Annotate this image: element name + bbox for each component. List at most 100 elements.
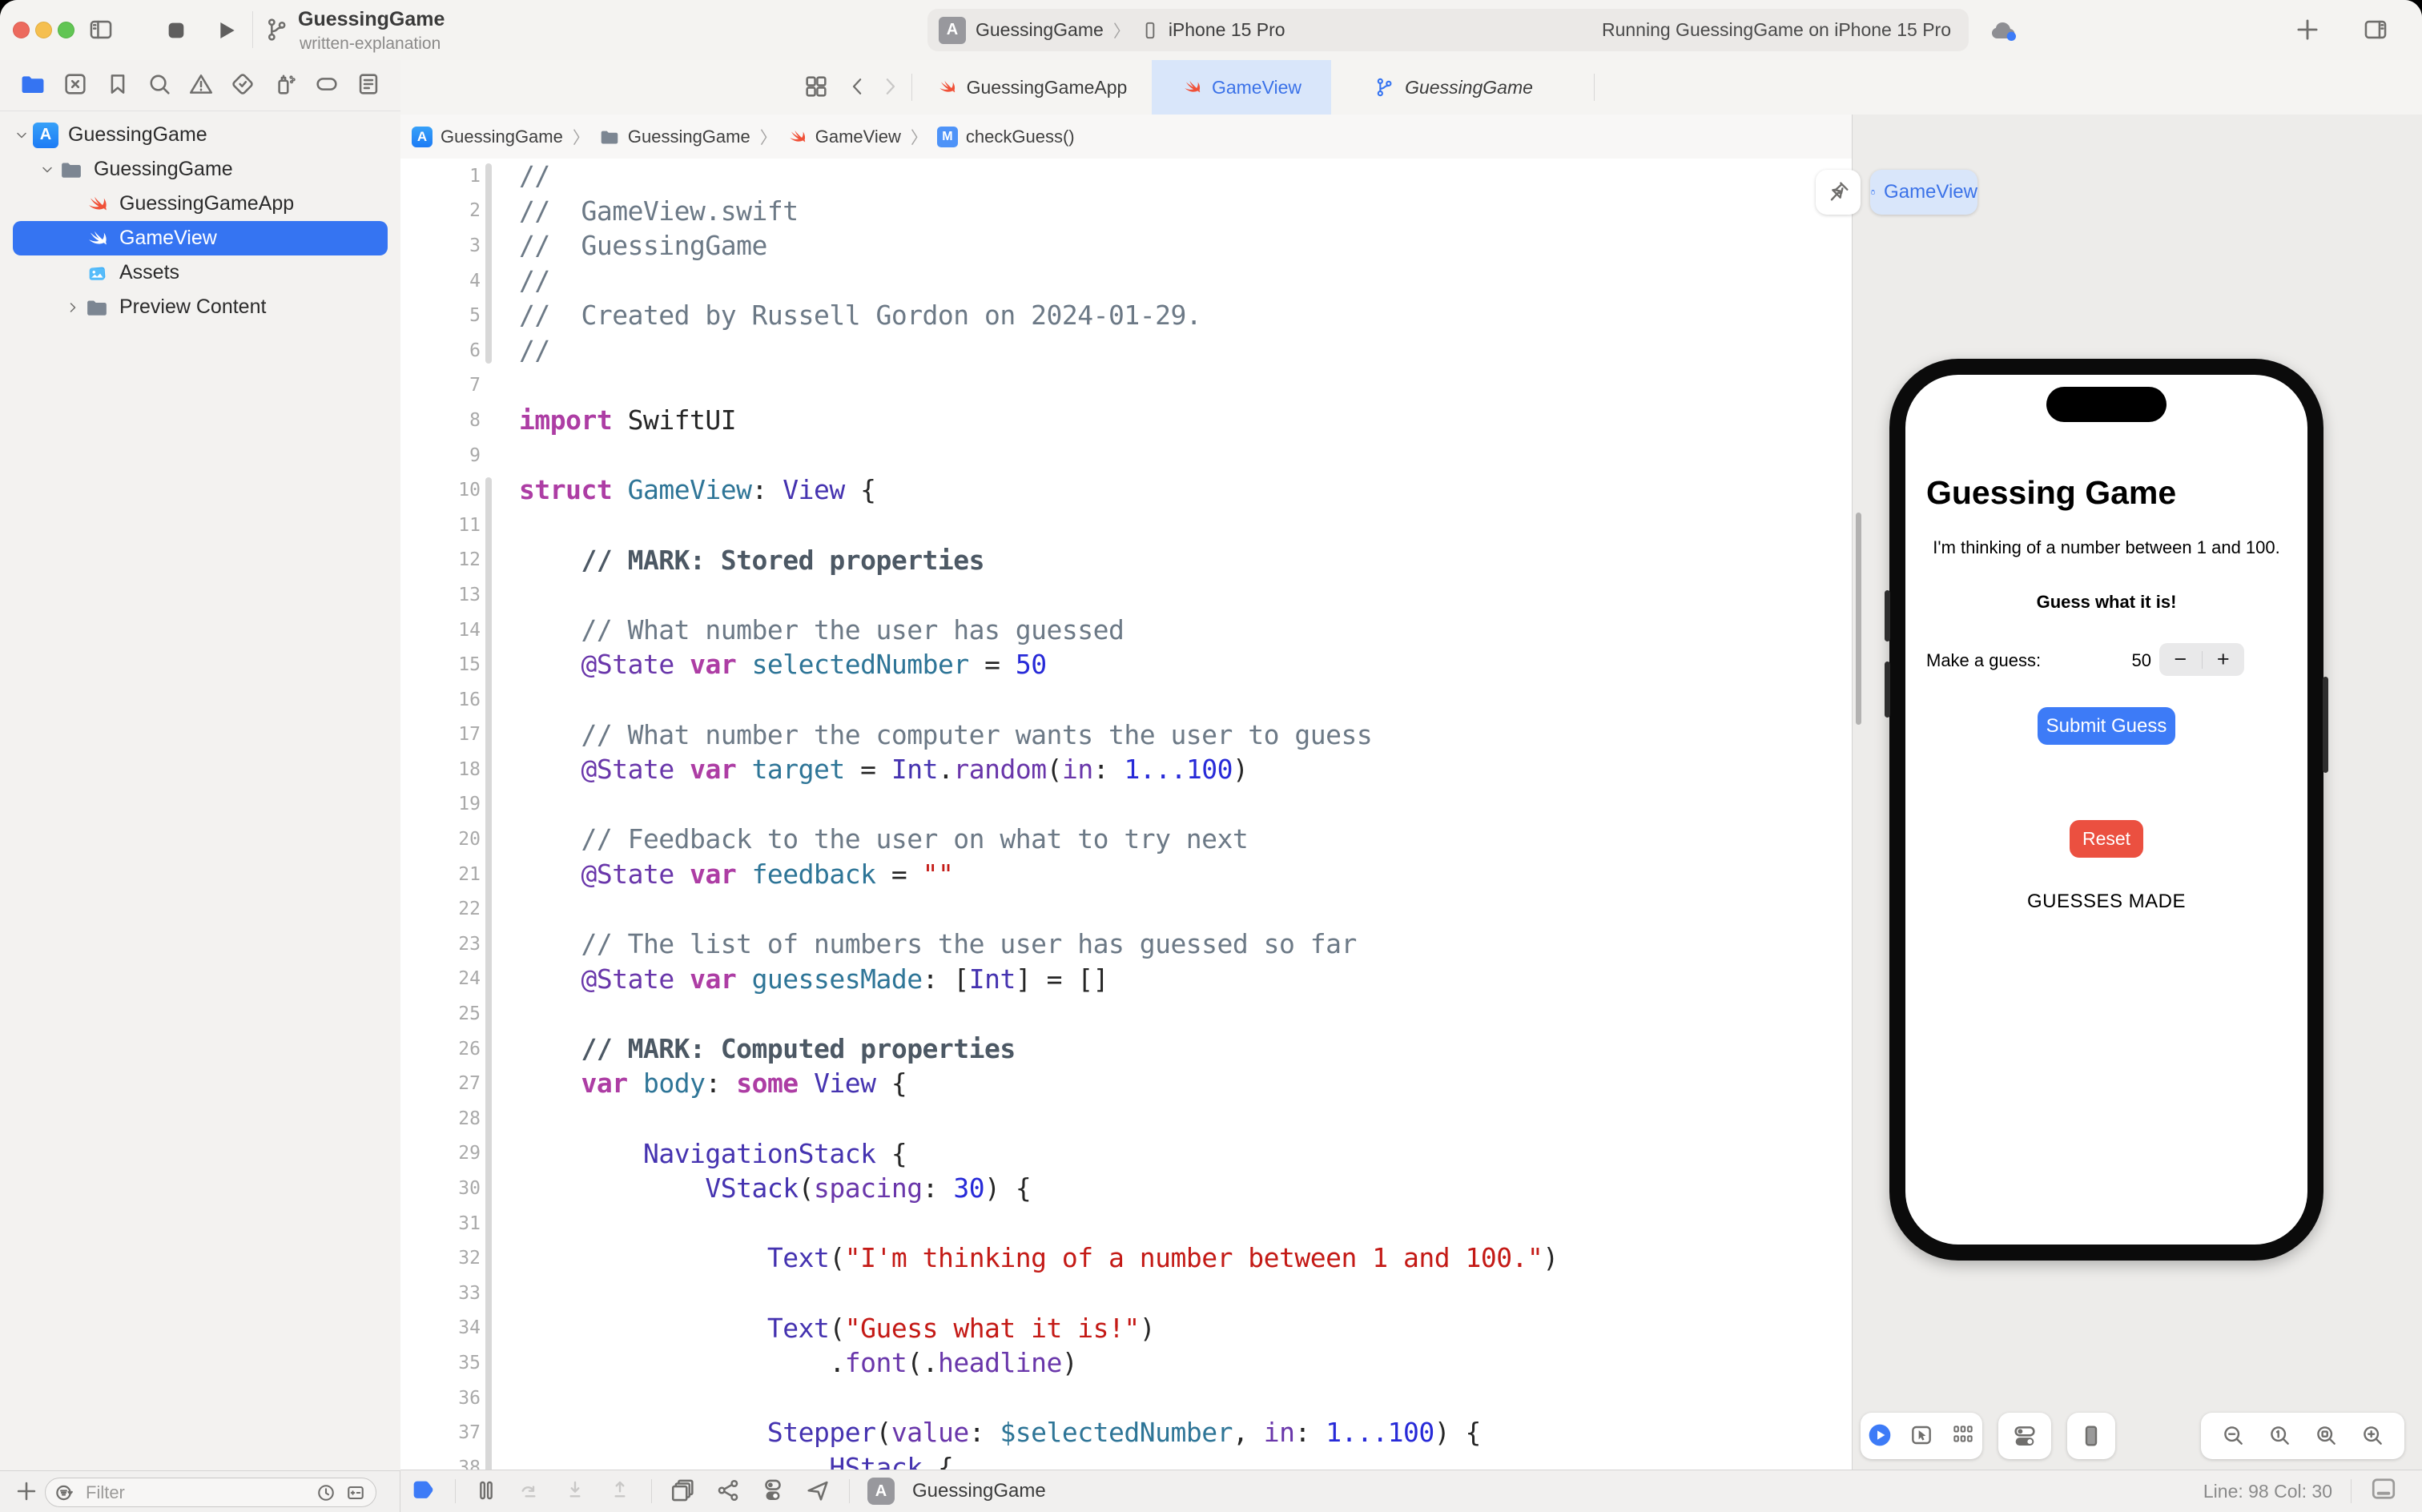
line-number[interactable]: 3 xyxy=(400,235,481,256)
code-line[interactable]: 29 NavigationStack { xyxy=(400,1136,1852,1172)
code-line[interactable]: 35 .font(.headline) xyxy=(400,1345,1852,1381)
filter-input[interactable] xyxy=(84,1482,272,1504)
code-line[interactable]: 27 var body: some View { xyxy=(400,1066,1852,1101)
tab-issue-navigator[interactable] xyxy=(187,70,215,100)
tree-item-project-root[interactable]: A GuessingGame xyxy=(0,118,400,152)
code-line[interactable]: 21 @State var feedback = "" xyxy=(400,857,1852,892)
code-line[interactable]: 12 // MARK: Stored properties xyxy=(400,543,1852,578)
line-number[interactable]: 10 xyxy=(400,480,481,501)
code-line[interactable]: 31 xyxy=(400,1206,1852,1241)
toggle-inspector-button[interactable] xyxy=(2360,16,2392,46)
toggle-navigator-button[interactable] xyxy=(86,16,115,46)
tab-guessinggame-log[interactable]: GuessingGame xyxy=(1333,60,1573,115)
code-line[interactable]: 10struct GameView: View { xyxy=(400,472,1852,508)
line-number[interactable]: 26 xyxy=(400,1039,481,1060)
tree-item-guessinggameapp[interactable]: GuessingGameApp xyxy=(0,187,400,221)
tab-source-control-navigator[interactable] xyxy=(62,70,89,100)
close-window-button[interactable] xyxy=(13,22,30,38)
pin-preview-button[interactable] xyxy=(1816,170,1861,215)
variants-mode-button[interactable] xyxy=(1950,1422,1976,1450)
preview-device-button[interactable] xyxy=(2067,1413,2115,1459)
breadcrumb-project[interactable]: GuessingGame xyxy=(441,127,563,147)
tab-debug-navigator[interactable] xyxy=(271,70,298,100)
line-number[interactable]: 6 xyxy=(400,340,481,361)
code-line[interactable]: 37 Stepper(value: $selectedNumber, in: 1… xyxy=(400,1415,1852,1450)
line-number[interactable]: 1 xyxy=(400,166,481,187)
code-line[interactable]: 17 // What number the computer wants the… xyxy=(400,718,1852,753)
code-line[interactable]: 8import SwiftUI xyxy=(400,403,1852,438)
stepper-decrement-button[interactable]: − xyxy=(2159,647,2202,672)
code-line[interactable]: 33 xyxy=(400,1276,1852,1311)
code-editor[interactable]: 1//2// GameView.swift3// GuessingGame4//… xyxy=(400,159,1852,1470)
code-line[interactable]: 26 // MARK: Computed properties xyxy=(400,1031,1852,1067)
line-number[interactable]: 18 xyxy=(400,759,481,780)
submit-guess-button[interactable]: Submit Guess xyxy=(2038,707,2175,745)
stop-button[interactable] xyxy=(165,19,187,44)
code-line[interactable]: 15 @State var selectedNumber = 50 xyxy=(400,647,1852,682)
running-app-name[interactable]: GuessingGame xyxy=(912,1480,1046,1502)
go-back-button[interactable] xyxy=(846,74,870,101)
breadcrumb-symbol[interactable]: checkGuess() xyxy=(966,127,1075,147)
tree-item-gameview-selected[interactable]: GameView xyxy=(13,221,388,255)
code-line[interactable]: 7 xyxy=(400,368,1852,404)
code-line[interactable]: 1// xyxy=(400,159,1852,194)
line-number[interactable]: 13 xyxy=(400,585,481,605)
code-line[interactable]: 3// GuessingGame xyxy=(400,228,1852,263)
line-number[interactable]: 5 xyxy=(400,305,481,326)
code-line[interactable]: 38 HStack { xyxy=(400,1450,1852,1470)
stepper-increment-button[interactable]: + xyxy=(2203,647,2245,672)
step-over-button[interactable] xyxy=(517,1478,544,1506)
line-number[interactable]: 2 xyxy=(400,200,481,221)
tab-find-navigator[interactable] xyxy=(146,70,173,100)
line-number[interactable]: 28 xyxy=(400,1108,481,1129)
memory-graph-button[interactable] xyxy=(714,1477,742,1506)
related-items-button[interactable] xyxy=(803,73,830,103)
line-number[interactable]: 15 xyxy=(400,654,481,675)
chevron-down-icon[interactable] xyxy=(37,162,58,178)
line-number[interactable]: 19 xyxy=(400,794,481,814)
code-line[interactable]: 4// xyxy=(400,263,1852,299)
new-tab-button[interactable] xyxy=(2292,14,2323,47)
add-file-button[interactable] xyxy=(13,1478,40,1507)
simulate-location-button[interactable] xyxy=(804,1477,831,1506)
run-button[interactable] xyxy=(213,18,239,46)
code-line[interactable]: 23 // The list of numbers the user has g… xyxy=(400,927,1852,962)
line-number[interactable]: 8 xyxy=(400,410,481,431)
app-stepper[interactable]: − + xyxy=(2159,643,2244,676)
tree-item-group[interactable]: GuessingGame xyxy=(0,152,400,187)
line-number[interactable]: 17 xyxy=(400,724,481,745)
code-line[interactable]: 32 Text("I'm thinking of a number betwee… xyxy=(400,1241,1852,1276)
recent-files-clock-icon[interactable] xyxy=(315,1482,337,1504)
step-out-button[interactable] xyxy=(606,1478,634,1506)
canvas-scrollbar[interactable] xyxy=(1856,513,1861,725)
line-number[interactable]: 12 xyxy=(400,549,481,570)
line-number[interactable]: 27 xyxy=(400,1073,481,1094)
environment-overrides-button[interactable] xyxy=(759,1477,787,1506)
run-destination[interactable]: iPhone 15 Pro xyxy=(1169,19,1285,41)
selectable-mode-button[interactable] xyxy=(1909,1422,1934,1450)
line-number[interactable]: 9 xyxy=(400,445,481,466)
code-line[interactable]: 11 xyxy=(400,508,1852,543)
line-number[interactable]: 14 xyxy=(400,620,481,641)
line-number[interactable]: 38 xyxy=(400,1458,481,1470)
pause-execution-button[interactable] xyxy=(473,1478,499,1506)
chevron-down-icon[interactable] xyxy=(11,127,32,143)
tree-item-preview-content[interactable]: Preview Content xyxy=(0,290,400,324)
toggle-debug-area-button[interactable] xyxy=(2368,1474,2400,1506)
line-number[interactable]: 31 xyxy=(400,1213,481,1234)
scheme-selector[interactable]: A GuessingGame 〉 iPhone 15 Pro Running G… xyxy=(927,9,1969,51)
breadcrumb-group[interactable]: GuessingGame xyxy=(628,127,750,147)
code-line[interactable]: 2// GameView.swift xyxy=(400,194,1852,229)
code-line[interactable]: 30 VStack(spacing: 30) { xyxy=(400,1171,1852,1206)
line-number[interactable]: 35 xyxy=(400,1353,481,1373)
line-number[interactable]: 25 xyxy=(400,1003,481,1024)
zoom-window-button[interactable] xyxy=(58,22,74,38)
line-number[interactable]: 24 xyxy=(400,968,481,989)
code-line[interactable]: 22 xyxy=(400,891,1852,927)
code-line[interactable]: 28 xyxy=(400,1101,1852,1136)
code-line[interactable]: 6// xyxy=(400,333,1852,368)
scheme-name[interactable]: GuessingGame xyxy=(976,19,1104,41)
line-number[interactable]: 32 xyxy=(400,1248,481,1269)
filter-field[interactable] xyxy=(45,1478,376,1507)
line-number[interactable]: 29 xyxy=(400,1143,481,1164)
